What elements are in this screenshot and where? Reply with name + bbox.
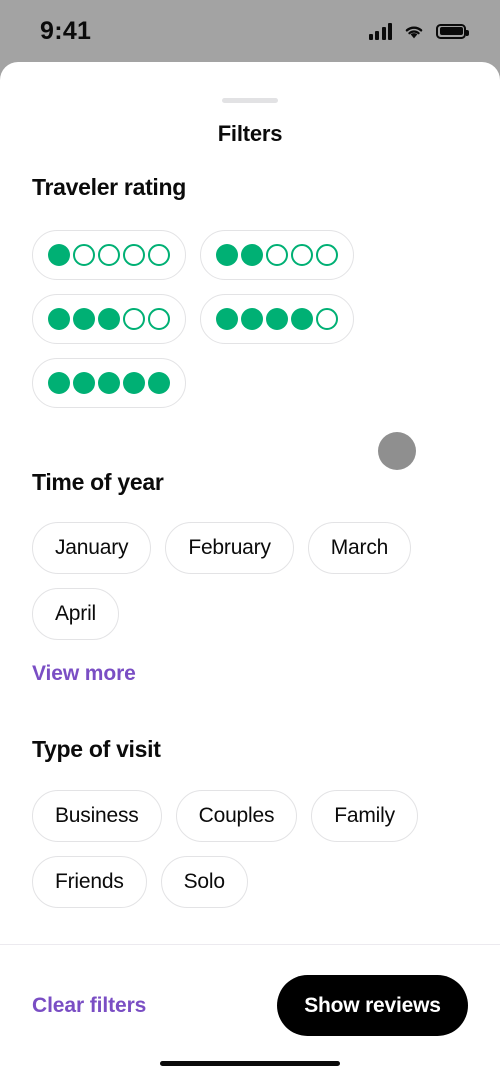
chip-month-january[interactable]: January [32, 522, 152, 574]
rating-dot-empty [73, 244, 95, 266]
section-title-time-of-year: Time of year [32, 469, 164, 495]
cellular-bars-icon [368, 22, 392, 40]
rating-dot-filled [241, 308, 263, 330]
status-time: 9:41 [40, 16, 92, 45]
time-of-year-options: January February March April [32, 522, 468, 640]
section-title-type-of-visit: Type of visit [32, 736, 161, 762]
rating-dot-empty [316, 244, 338, 266]
clear-filters-button[interactable]: Clear filters [32, 975, 146, 1036]
rating-dot-filled [48, 244, 70, 266]
status-bar: 9:41 [0, 0, 500, 62]
view-more-link[interactable]: View more [32, 662, 136, 686]
rating-dot-filled [48, 308, 70, 330]
rating-dot-filled [216, 244, 238, 266]
rating-dot-empty [123, 308, 145, 330]
chip-visit-friends[interactable]: Friends [32, 856, 147, 908]
rating-dot-filled [73, 308, 95, 330]
rating-dot-filled [73, 372, 95, 394]
rating-dot-filled [291, 308, 313, 330]
rating-dot-empty [148, 244, 170, 266]
wifi-icon [405, 25, 423, 38]
rating-dot-empty [123, 244, 145, 266]
battery-full-icon [436, 23, 469, 39]
chip-visit-solo[interactable]: Solo [160, 856, 248, 908]
rating-chip-5[interactable] [32, 358, 186, 408]
sheet-footer: Clear filters Show reviews [0, 945, 500, 1080]
section-title-traveler-rating: Traveler rating [32, 174, 187, 200]
rating-dot-filled [98, 308, 120, 330]
rating-dot-filled [241, 244, 263, 266]
rating-chip-3[interactable] [32, 294, 186, 344]
rating-dot-filled [266, 308, 288, 330]
traveler-rating-options [32, 230, 468, 408]
chip-month-march[interactable]: March [307, 522, 412, 574]
filters-content: Traveler rating Time of year January Febr… [0, 62, 500, 944]
filters-sheet: Filters Traveler rating Time of year Jan… [0, 62, 500, 1080]
chip-month-april[interactable]: April [32, 588, 120, 640]
rating-dot-filled [48, 372, 70, 394]
rating-dot-empty [148, 308, 170, 330]
pointer-indicator [378, 432, 416, 470]
rating-dot-filled [98, 372, 120, 394]
chip-visit-business[interactable]: Business [32, 790, 162, 842]
rating-chip-4[interactable] [200, 294, 354, 344]
home-indicator [160, 1061, 340, 1066]
rating-dot-empty [266, 244, 288, 266]
rating-dot-empty [98, 244, 120, 266]
rating-dot-empty [291, 244, 313, 266]
status-icons [368, 22, 469, 40]
chip-visit-family[interactable]: Family [311, 790, 418, 842]
type-of-visit-options: Business Couples Family Friends Solo [32, 790, 468, 908]
chip-visit-couples[interactable]: Couples [175, 790, 298, 842]
rating-chip-1[interactable] [32, 230, 186, 280]
rating-dot-filled [148, 372, 170, 394]
show-reviews-button[interactable]: Show reviews [277, 975, 468, 1036]
phone-screen: 9:41 Filters Traveler rating Time of yea… [0, 0, 500, 1080]
rating-chip-2[interactable] [200, 230, 354, 280]
rating-dot-filled [216, 308, 238, 330]
chip-month-february[interactable]: February [165, 522, 294, 574]
rating-dot-filled [123, 372, 145, 394]
rating-dot-empty [316, 308, 338, 330]
